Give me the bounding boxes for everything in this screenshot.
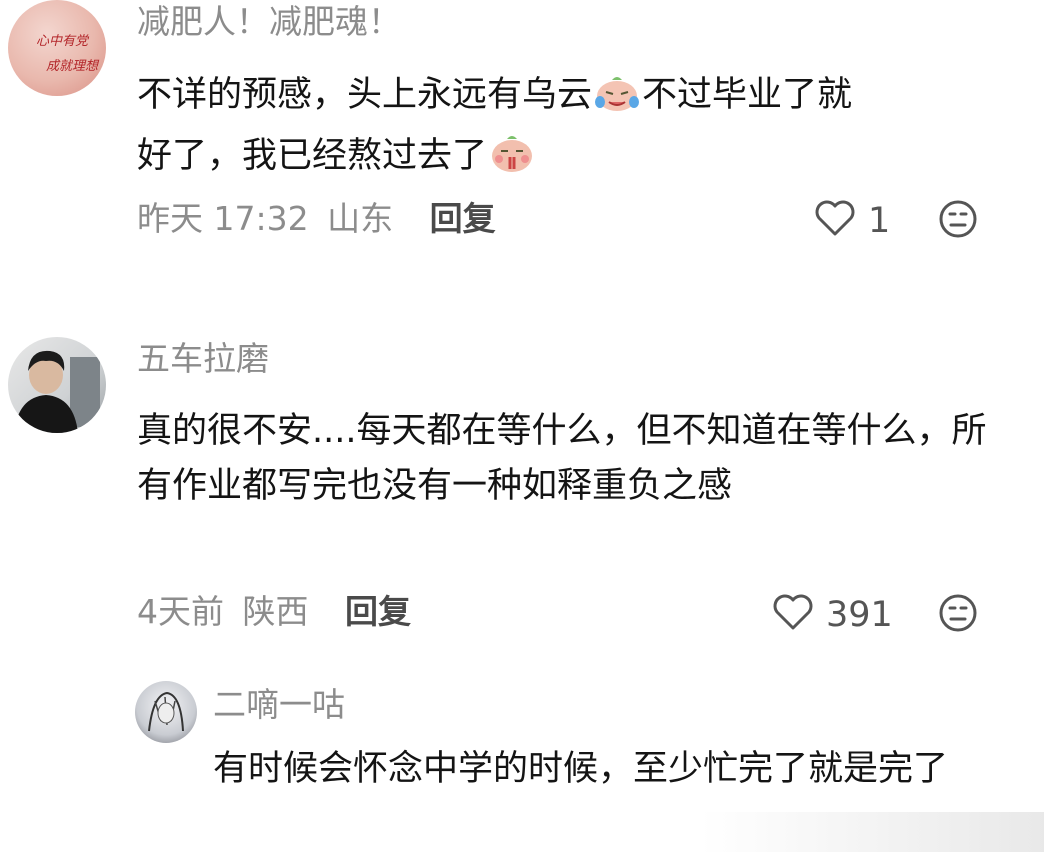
sub-comment-username[interactable]: 二嘀一咕 [213,688,345,721]
crying-peach-emoji-icon [594,72,640,129]
comment-username[interactable]: 减肥人！减肥魂！ [137,5,401,38]
avatar-text-line-2: 成就理想 [46,59,99,74]
comment-meta: 昨天 17:32 山东 回复 [137,202,496,235]
comment-meta: 4天前 陕西 回复 [137,595,411,628]
comment-text-3: 好了，我已经熬过去了 [137,136,488,176]
reply-button[interactable]: 回复 [345,592,411,631]
comment-location: 山东 [327,199,394,238]
comment-username[interactable]: 五车拉磨 [137,342,269,375]
comment-time: 昨天 17:32 [137,199,309,238]
praying-peach-emoji-icon [489,131,535,190]
comment-content: 不详的预感，头上永远有乌云 不过毕业了就 好了，我已经熬过去了 [137,68,997,190]
comment-text-1: 不详的预感，头上永远有乌云 [137,75,593,115]
heart-outline-icon [772,593,814,638]
avatar[interactable] [8,337,106,433]
like-count: 391 [826,595,893,635]
avatar[interactable]: 心中有党 成就理想 [8,0,106,96]
comment-content: 真的很不安....每天都在等什么，但不知道在等什么，所有作业都写完也没有一种如释… [137,411,987,506]
comment-time: 4天前 [137,592,224,631]
watermark-fade [700,812,1044,852]
heart-outline-icon [814,199,856,244]
avatar[interactable] [135,681,197,743]
like-count: 1 [868,201,891,241]
neutral-face-icon[interactable] [938,593,978,637]
sub-comment-content: 有时候会怀念中学的时候，至少忙完了就是完了 [213,749,949,789]
avatar-text-line-1: 心中有党 [36,34,89,49]
comment-text-2: 不过毕业了就 [642,75,853,115]
comment-location: 陕西 [242,592,309,631]
like-button[interactable]: 1 [814,199,890,244]
neutral-face-icon[interactable] [938,199,978,243]
reply-button[interactable]: 回复 [430,199,496,238]
like-button[interactable]: 391 [772,593,893,638]
